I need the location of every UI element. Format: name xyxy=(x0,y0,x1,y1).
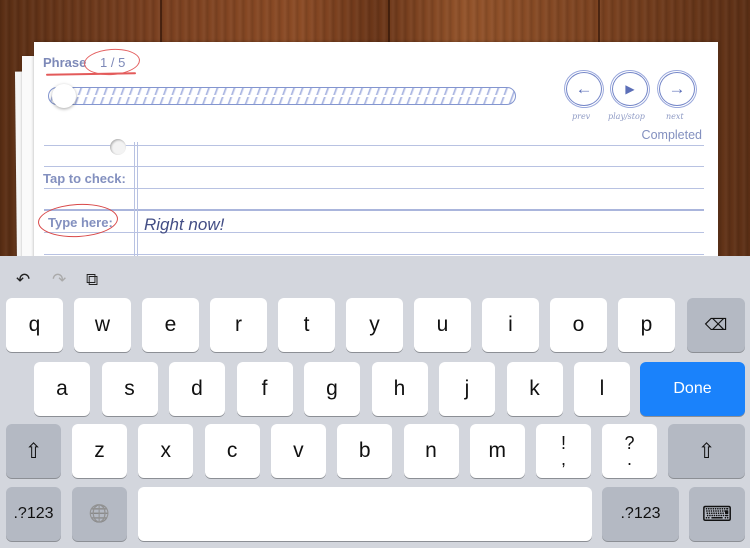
key-d[interactable]: d xyxy=(169,362,225,416)
globe-key[interactable]: 🌐 xyxy=(72,487,127,541)
key-t[interactable]: t xyxy=(278,298,335,352)
key-bottom-char: , xyxy=(560,449,566,469)
keyboard: ↶ ↷ ⧉ qwertyuiop ⌫ asdfghjkl Done ⇧ zxcv… xyxy=(0,256,750,548)
key-a[interactable]: a xyxy=(34,362,90,416)
ruled-line xyxy=(44,209,704,211)
ruled-line xyxy=(44,166,704,167)
play-stop-caption: play/stop xyxy=(608,112,645,121)
backspace-icon: ⌫ xyxy=(704,317,728,334)
key-b[interactable]: b xyxy=(337,424,393,478)
globe-icon: 🌐 xyxy=(88,504,111,523)
key-l[interactable]: l xyxy=(574,362,630,416)
shift-icon: ⇧ xyxy=(24,439,43,463)
done-key[interactable]: Done xyxy=(640,362,745,416)
numbers-key-left[interactable]: .?123 xyxy=(6,487,61,541)
key-o[interactable]: o xyxy=(550,298,607,352)
key-c[interactable]: c xyxy=(204,424,260,478)
type-here-label: Type here: xyxy=(48,215,113,230)
key-z[interactable]: z xyxy=(72,424,127,478)
key-h[interactable]: h xyxy=(371,362,428,416)
key-m[interactable]: m xyxy=(469,424,525,478)
ruled-line xyxy=(44,254,704,255)
status-completed: Completed xyxy=(641,128,702,142)
key-w[interactable]: w xyxy=(74,298,131,352)
paste-icon[interactable]: ⧉ xyxy=(86,270,98,290)
undo-icon[interactable]: ↶ xyxy=(16,270,30,290)
ruled-line xyxy=(44,145,704,146)
shift-left-key[interactable]: ⇧ xyxy=(6,424,61,478)
prev-caption: prev xyxy=(572,112,591,121)
key-i[interactable]: i xyxy=(482,298,539,352)
phrase-counter: 1 / 5 xyxy=(100,55,126,70)
shift-right-key[interactable]: ⇧ xyxy=(668,424,745,478)
key-q[interactable]: q xyxy=(6,298,63,352)
key-j[interactable]: j xyxy=(439,362,495,416)
answer-input[interactable] xyxy=(144,214,684,236)
tap-to-check-label[interactable]: Tap to check: xyxy=(43,171,126,186)
phrase-label: Phrase xyxy=(43,55,87,70)
key-y[interactable]: y xyxy=(346,298,403,352)
ruled-line xyxy=(44,188,704,189)
arrow-right-icon: → xyxy=(668,79,686,98)
play-stop-button[interactable]: ▶ xyxy=(612,72,648,106)
key-k[interactable]: k xyxy=(506,362,563,416)
key-r[interactable]: r xyxy=(210,298,267,352)
space-key[interactable] xyxy=(138,487,592,541)
key-p[interactable]: p xyxy=(618,298,675,352)
keyboard-icon: ⌨ xyxy=(701,502,733,526)
key-u[interactable]: u xyxy=(414,298,471,352)
numbers-key-right[interactable]: .?123 xyxy=(602,487,679,541)
shift-icon: ⇧ xyxy=(697,439,716,463)
key-v[interactable]: v xyxy=(270,424,326,478)
backspace-key[interactable]: ⌫ xyxy=(687,298,745,352)
margin-line xyxy=(137,142,138,262)
phrase-slider-thumb[interactable] xyxy=(52,84,76,108)
arrow-left-icon: ← xyxy=(575,79,593,98)
flashcard: Phrase 1 / 5 ← ▶ → prev play/stop next C… xyxy=(34,42,718,262)
key-bottom-char: . xyxy=(626,449,632,469)
next-caption: next xyxy=(666,112,684,121)
key-g[interactable]: g xyxy=(304,362,360,416)
margin-line xyxy=(134,142,135,262)
key-n[interactable]: n xyxy=(403,424,459,478)
phrase-slider-track[interactable] xyxy=(48,87,516,105)
play-icon: ▶ xyxy=(625,82,635,96)
next-button[interactable]: → xyxy=(659,72,695,106)
prev-button[interactable]: ← xyxy=(566,72,602,106)
hide-keyboard-key[interactable]: ⌨ xyxy=(689,487,745,541)
key-x[interactable]: x xyxy=(138,424,194,478)
key-e[interactable]: e xyxy=(142,298,199,352)
punch-hole xyxy=(110,139,126,155)
question-period-key[interactable]: ?. xyxy=(602,424,657,478)
key-f[interactable]: f xyxy=(236,362,293,416)
redo-icon[interactable]: ↷ xyxy=(52,270,66,290)
key-s[interactable]: s xyxy=(101,362,158,416)
exclamation-comma-key[interactable]: !, xyxy=(536,424,591,478)
